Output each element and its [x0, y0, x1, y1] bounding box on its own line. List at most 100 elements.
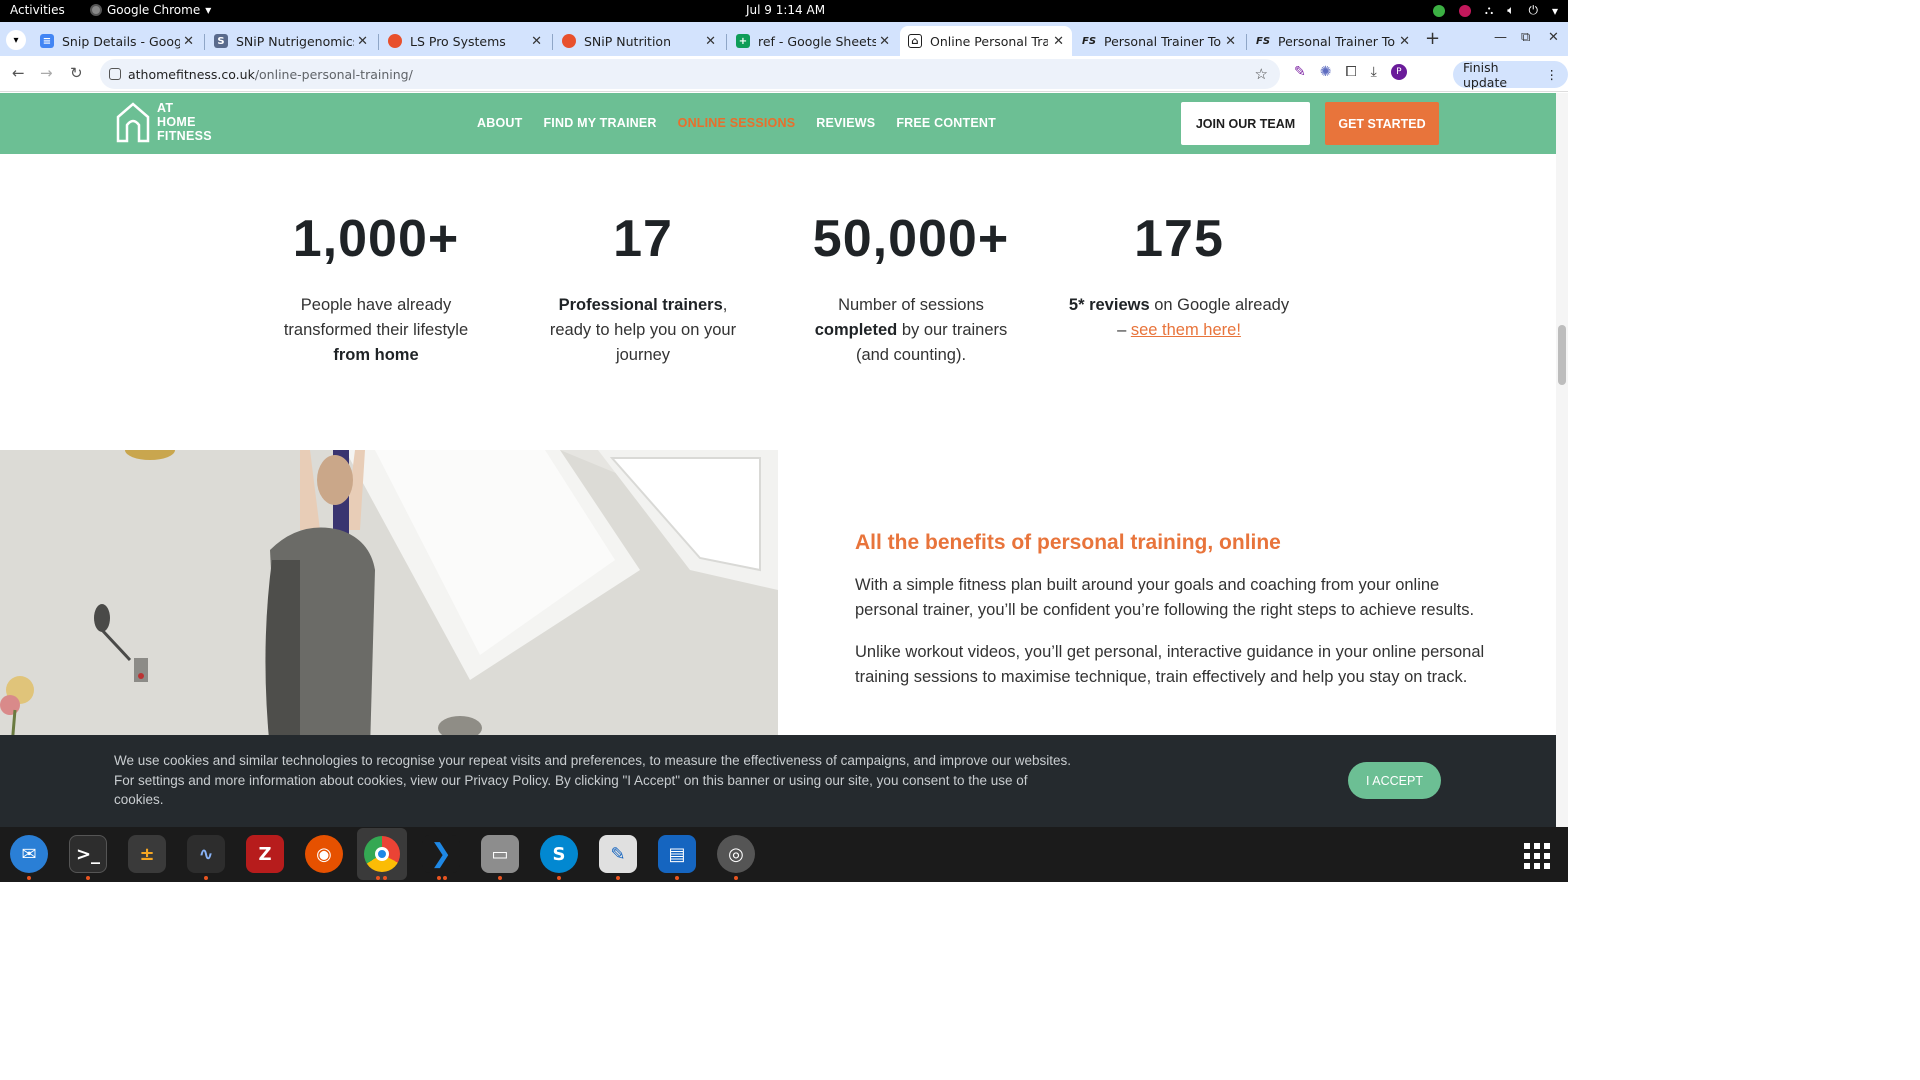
site-info-icon[interactable]: [109, 68, 121, 80]
puzzle-icon[interactable]: ⧠: [1345, 64, 1356, 80]
at-home-fitness-icon: ⌂: [908, 34, 922, 48]
browser-toolbar: ← → ↻ athomefitness.co.uk/online-persona…: [0, 56, 1568, 92]
kebab-menu-icon[interactable]: ⋮: [1546, 67, 1559, 82]
close-icon[interactable]: ✕: [879, 34, 890, 49]
terminal-icon[interactable]: >_: [69, 835, 107, 873]
tab-snip-nutrigenomics[interactable]: S SNiP Nutrigenomics ✕: [206, 26, 376, 56]
nav-free-content[interactable]: FREE CONTENT: [896, 116, 996, 130]
chevron-down-icon: ▾: [205, 3, 212, 17]
google-sheets-icon: +: [736, 34, 750, 48]
house-logo-icon: [116, 102, 150, 143]
finish-update-label: Finish update: [1463, 59, 1508, 90]
nav-find-my-trainer[interactable]: FIND MY TRAINER: [543, 116, 656, 130]
cookie-banner: We use cookies and similar technologies …: [0, 735, 1556, 827]
tab-title: SNiP Nutrition: [584, 33, 671, 49]
tab-snip-details[interactable]: ≡ Snip Details - Google ✕: [32, 26, 202, 56]
tab-title: Personal Trainer Tor: [1104, 33, 1222, 49]
app-menu-label: Google Chrome: [107, 3, 201, 17]
power-icon[interactable]: ⏻: [1528, 3, 1538, 18]
app-menu[interactable]: Google Chrome ▾: [90, 3, 211, 17]
extensions-area: ✎ ✺ ⧠ ⤓ P: [1294, 64, 1407, 80]
tab-online-personal-training[interactable]: ⌂ Online Personal Trai ✕: [900, 26, 1072, 56]
snip-nutrition-icon: [562, 34, 576, 48]
stat-number: 17: [613, 210, 673, 268]
chevron-down-icon[interactable]: ▾: [1552, 4, 1558, 18]
back-icon[interactable]: ←: [12, 64, 25, 82]
filezilla-icon[interactable]: Z: [246, 835, 284, 873]
system-tray[interactable]: ⛬ 🔈︎ ⏻ ▾: [1432, 3, 1558, 18]
close-icon[interactable]: ✕: [183, 34, 194, 49]
reload-icon[interactable]: ↻: [70, 64, 83, 82]
address-bar[interactable]: athomefitness.co.uk/online-personal-trai…: [100, 59, 1280, 89]
site-logo[interactable]: AT HOME FITNESS: [115, 101, 212, 143]
tab-personal-trainer-2[interactable]: FS Personal Trainer Tor ✕: [1248, 26, 1418, 56]
join-our-team-button[interactable]: JOIN OUR TEAM: [1181, 102, 1310, 145]
tab-ref-google-sheets[interactable]: + ref - Google Sheets ✕: [728, 26, 898, 56]
close-icon[interactable]: ✕: [705, 34, 716, 49]
page-scrollbar[interactable]: [1556, 93, 1568, 827]
restore-icon[interactable]: ⧉: [1521, 30, 1530, 45]
url-path: /online-personal-training/: [254, 66, 413, 82]
nav-reviews[interactable]: REVIEWS: [816, 116, 875, 130]
tab-search-button[interactable]: ▾: [6, 30, 26, 50]
chrome-icon[interactable]: [357, 828, 407, 880]
see-reviews-link[interactable]: see them here!: [1131, 321, 1241, 339]
tab-ls-pro-systems[interactable]: LS Pro Systems ✕: [380, 26, 550, 56]
close-icon[interactable]: ✕: [1053, 34, 1064, 49]
tab-title: ref - Google Sheets: [758, 33, 876, 49]
tab-title: LS Pro Systems: [410, 33, 506, 49]
bookmark-star-icon[interactable]: ☆: [1255, 65, 1268, 83]
profile-avatar[interactable]: P: [1390, 64, 1407, 80]
pen-extension-icon[interactable]: ✎: [1294, 64, 1306, 80]
download-icon[interactable]: ⤓: [1371, 64, 1377, 80]
nav-about[interactable]: ABOUT: [477, 116, 522, 130]
gear-extension-icon[interactable]: ✺: [1320, 64, 1332, 80]
scrollbar-thumb[interactable]: [1558, 325, 1566, 385]
accept-cookies-button[interactable]: I ACCEPT: [1348, 762, 1441, 799]
libreoffice-writer-icon[interactable]: ▤: [658, 835, 696, 873]
get-started-button[interactable]: GET STARTED: [1325, 102, 1439, 145]
benefits-heading: All the benefits of personal training, o…: [855, 531, 1281, 554]
files-icon[interactable]: ▭: [481, 835, 519, 873]
logo-line: HOME: [157, 115, 196, 129]
stat-people: 1,000+ People have already transformed t…: [256, 211, 496, 368]
skype-icon[interactable]: S: [540, 835, 578, 873]
close-icon[interactable]: ✕: [1399, 34, 1410, 49]
logo-line: FITNESS: [157, 129, 212, 143]
firefox-icon[interactable]: ◉: [305, 835, 343, 873]
new-tab-button[interactable]: +: [1425, 28, 1440, 49]
vscode-icon[interactable]: ❯: [422, 835, 460, 873]
update-status-icon[interactable]: [1432, 4, 1445, 17]
close-icon[interactable]: ✕: [357, 34, 368, 49]
show-apps-grid-icon[interactable]: [1524, 843, 1550, 869]
logo-line: AT: [157, 101, 174, 115]
activities-button[interactable]: Activities: [10, 3, 65, 17]
calculator-icon[interactable]: ±: [128, 835, 166, 873]
close-icon[interactable]: ✕: [1225, 34, 1236, 49]
minimize-icon[interactable]: —: [1494, 30, 1507, 45]
clock[interactable]: Jul 9 1:14 AM: [746, 3, 825, 17]
tab-strip: ▾ ≡ Snip Details - Google ✕ S SNiP Nutri…: [0, 22, 1568, 56]
chrome-icon: [90, 4, 102, 16]
finish-update-button[interactable]: Finish update ⋮: [1453, 59, 1568, 90]
forward-icon[interactable]: →: [40, 64, 53, 82]
tab-title: Personal Trainer Tor: [1278, 33, 1396, 49]
network-icon[interactable]: ⛬: [1485, 3, 1493, 18]
system-monitor-icon[interactable]: ∿: [187, 835, 225, 873]
tab-snip-nutrition[interactable]: SNiP Nutrition ✕: [554, 26, 724, 56]
disk-icon[interactable]: ◎: [717, 835, 755, 873]
extension-status-icon[interactable]: [1458, 4, 1471, 17]
thunderbird-icon[interactable]: ✉: [10, 835, 48, 873]
stat-description: 5* reviews on Google already – see them …: [1068, 296, 1290, 339]
fs-icon: FS: [1255, 35, 1271, 47]
volume-icon[interactable]: 🔈︎: [1507, 3, 1514, 18]
close-icon[interactable]: ✕: [531, 34, 542, 49]
text-editor-icon[interactable]: ✎: [599, 835, 637, 873]
stat-trainers: 17 Professional trainers, ready to help …: [523, 211, 763, 368]
system-top-bar: Activities Google Chrome ▾ Jul 9 1:14 AM…: [0, 0, 1568, 22]
close-window-icon[interactable]: ✕: [1548, 30, 1559, 45]
snip-icon: S: [214, 34, 228, 48]
tab-personal-trainer-1[interactable]: FS Personal Trainer Tor ✕: [1074, 26, 1244, 56]
nav-online-sessions[interactable]: ONLINE SESSIONS: [678, 116, 796, 130]
stat-sessions: 50,000+ Number of sessions completed by …: [791, 211, 1031, 368]
